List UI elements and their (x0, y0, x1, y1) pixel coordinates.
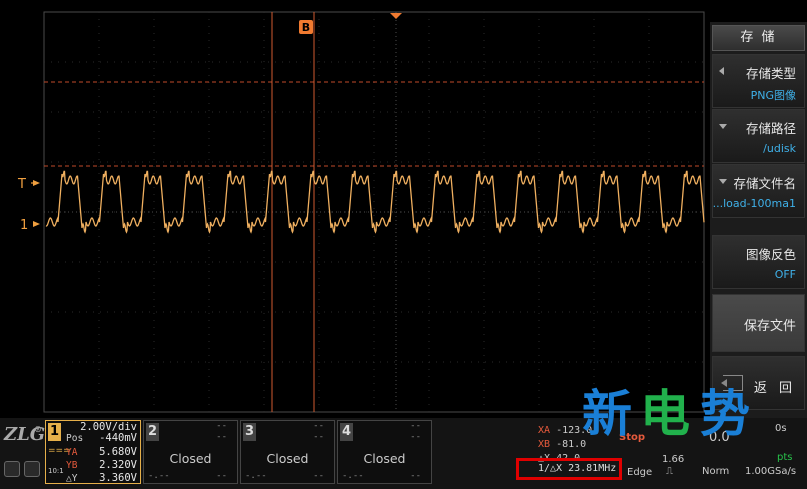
channel3-panel[interactable]: 3 -- -- Closed -.-- -- (240, 420, 335, 484)
xb-key: XB (538, 439, 551, 450)
menu-item-storage-type[interactable]: 存储类型 PNG图像 (712, 54, 805, 108)
memory-points: pts (777, 452, 793, 463)
menu-item-label: 图像反色 (745, 247, 796, 262)
channel1-bw-icon: 10:1 (48, 467, 64, 475)
channel2-dash: -- (216, 432, 227, 442)
back-label: 返 回 (753, 381, 796, 396)
channel2-dash: -- (216, 471, 227, 481)
trigger-type: Edge (627, 467, 653, 478)
menu-item-value: PNG图像 (750, 89, 796, 102)
channel2-dash: -- (216, 421, 227, 431)
menu-item-value: ...load-100ma1 (712, 197, 796, 210)
channel1-ground-marker[interactable]: 1 (20, 218, 28, 233)
channel1-pos-value: -440mV (99, 432, 137, 444)
menu-item-file-name[interactable]: 存储文件名 ...load-100ma1 (712, 164, 805, 218)
menu-item-storage-path[interactable]: 存储路径 /udisk (712, 109, 805, 163)
menu-item-value: /udisk (763, 142, 796, 155)
channel2-number: 2 (146, 423, 159, 441)
channel3-number: 3 (243, 423, 256, 441)
save-file-label: 保存文件 (743, 319, 796, 334)
channel1-arrow-icon (33, 221, 40, 227)
channel4-dash: -- (410, 421, 421, 431)
channel4-number: 4 (340, 423, 353, 441)
screen-icon[interactable] (24, 461, 40, 477)
channel3-dash: -- (313, 471, 324, 481)
watermark-char-2: 电 (640, 385, 690, 443)
ya-key: YA (66, 447, 78, 458)
channel4-dash: -- (410, 471, 421, 481)
channel1-number: 1 (48, 423, 61, 441)
waveform-display[interactable]: B T 1 (0, 0, 710, 418)
save-file-button[interactable]: 保存文件 (712, 294, 805, 352)
menu-item-invert-image[interactable]: 图像反色 OFF (712, 235, 805, 289)
watermark-char-1: 新 (582, 385, 632, 443)
channel1-panel[interactable]: 1 2.00V/div Pos -440mV === YA 5.680V YB … (45, 420, 141, 484)
trigger-level-marker[interactable]: T (17, 177, 26, 192)
registered-icon: ® (34, 424, 42, 434)
dy-value: 3.360V (99, 472, 137, 484)
frequency-readout: 1/△X 23.81MHz (538, 463, 617, 474)
channel2-dash: -.-- (148, 471, 170, 481)
channel3-status: Closed (266, 451, 309, 466)
yb-key: YB (66, 460, 78, 471)
menu-item-value: OFF (774, 268, 796, 281)
cursor-b-label: B (302, 21, 310, 34)
yb-value: 2.320V (99, 459, 137, 471)
channel4-status: Closed (363, 451, 406, 466)
channel3-dash: -.-- (245, 471, 267, 481)
rising-edge-icon: ⎍ (666, 466, 673, 477)
search-icon[interactable] (4, 461, 20, 477)
channel4-dash: -- (410, 432, 421, 442)
channel2-panel[interactable]: 2 -- -- Closed -.-- -- (143, 420, 238, 484)
menu-title: 存 储 (712, 25, 805, 51)
xa-key: XA (538, 425, 551, 436)
watermark-char-3: 势 (700, 385, 750, 443)
chevron-down-icon (719, 179, 727, 184)
chevron-left-icon (719, 67, 724, 75)
dy-key: △Y (66, 473, 78, 484)
chevron-down-icon (719, 124, 727, 129)
channel4-panel[interactable]: 4 -- -- Closed -.-- -- (337, 420, 432, 484)
channel2-status: Closed (169, 451, 212, 466)
trigger-mode: Norm (702, 466, 730, 477)
ya-value: 5.680V (99, 446, 137, 458)
menu-item-label: 存储文件名 (733, 176, 796, 191)
menu-item-label: 存储路径 (745, 121, 796, 136)
channel3-dash: -- (313, 432, 324, 442)
waveform-canvas: B T 1 (17, 11, 705, 413)
menu-item-label: 存储类型 (745, 66, 796, 81)
channel3-dash: -- (313, 421, 324, 431)
channel1-pos-key: Pos (66, 433, 84, 444)
zlg-logo: ZLG ® (4, 424, 45, 454)
timebase-suffix: 0s (775, 423, 787, 434)
trigger-level-value: 1.66 (662, 454, 685, 465)
xb-readout: XB -81.0 (538, 439, 586, 450)
sample-rate: 1.00GSa/s (745, 466, 797, 477)
channel4-dash: -.-- (342, 471, 364, 481)
